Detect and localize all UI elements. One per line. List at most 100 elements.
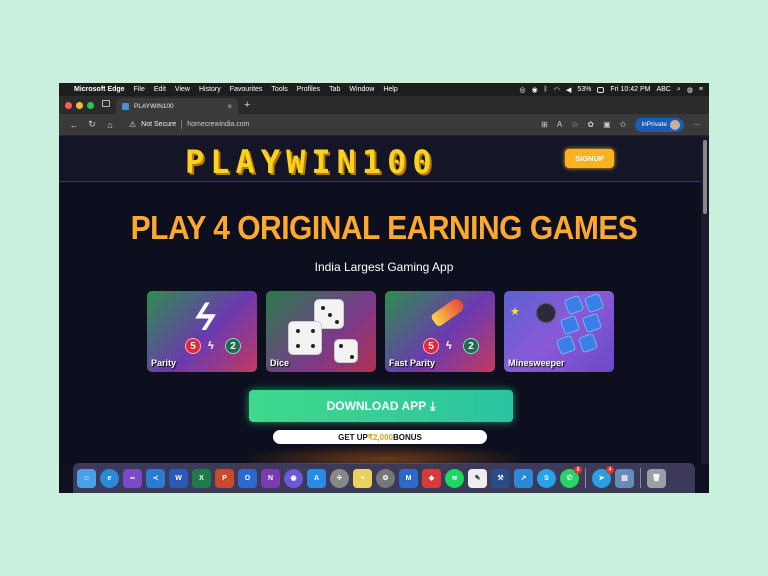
telegram-icon[interactable]: ➤ 4 <box>592 465 614 488</box>
menu-edit[interactable]: Edit <box>154 86 166 93</box>
menu-view[interactable]: View <box>175 86 190 93</box>
more-menu-icon[interactable]: ··· <box>693 120 701 129</box>
add-favorite-icon[interactable]: ☆ <box>571 120 578 129</box>
game-name: Minesweeper <box>508 358 565 368</box>
address-bar[interactable]: ⚠ Not Secure homecrewindia.com <box>129 117 249 133</box>
security-label[interactable]: Not Secure <box>141 121 176 128</box>
siri-dock-icon[interactable]: ◉ <box>284 468 303 488</box>
download-app-button[interactable]: DOWNLOAD APP ⤓ <box>249 390 513 422</box>
input-source[interactable]: ABC <box>656 86 670 93</box>
inprivate-button[interactable]: InPrivate <box>635 117 684 132</box>
textedit-icon[interactable]: ✎ <box>468 468 487 488</box>
outlook-icon[interactable]: O <box>238 468 257 488</box>
game-card-dice[interactable]: Dice <box>266 291 376 372</box>
dock-separator <box>585 468 586 488</box>
read-aloud-icon[interactable]: A <box>557 120 562 129</box>
tab-strip: PLAYWIN100 × + <box>59 96 709 114</box>
menu-file[interactable]: File <box>134 86 145 93</box>
volume-icon[interactable]: ◀ <box>566 86 571 94</box>
signup-button[interactable]: SIGNUP <box>565 149 614 168</box>
app-store-icon[interactable]: A <box>307 468 326 488</box>
game-card-parity[interactable]: ϟ 5 ϟ 2 Parity <box>147 291 257 372</box>
small-lightning-icon: ϟ <box>446 340 452 352</box>
finder-icon[interactable]: ☺ <box>77 468 96 488</box>
creative-cloud-icon[interactable]: ◎ <box>519 86 525 94</box>
close-window-button[interactable] <box>65 101 72 109</box>
trash-icon[interactable]: 🗑 <box>647 468 666 488</box>
dice-icon <box>288 321 322 355</box>
url-text[interactable]: homecrewindia.com <box>187 121 249 128</box>
spotify-icon[interactable]: ≋ <box>445 468 464 488</box>
menu-tab[interactable]: Tab <box>329 86 340 93</box>
site-favicon-icon <box>122 102 129 110</box>
bluetooth-icon[interactable]: ᛒ <box>544 86 548 93</box>
launchpad-icon[interactable]: ✈ <box>330 468 349 488</box>
mac-menu-bar: Microsoft Edge File Edit View History Fa… <box>59 83 709 96</box>
terminal-icon[interactable]: ↗ <box>514 468 533 488</box>
extensions-icon[interactable]: ✿ <box>587 120 594 129</box>
control-center-icon[interactable]: ≡ <box>699 86 703 93</box>
page-scrollbar[interactable] <box>701 136 709 464</box>
mindnode-icon[interactable]: M <box>399 468 418 488</box>
new-tab-button[interactable]: + <box>244 99 250 111</box>
game-card-fast-parity[interactable]: 5 ϟ 2 Fast Parity <box>385 291 495 372</box>
zoom-window-button[interactable] <box>87 101 94 109</box>
spotlight-icon[interactable]: ⌕ <box>677 86 681 94</box>
warning-icon[interactable]: ⚠ <box>129 120 136 129</box>
game-name: Dice <box>270 358 290 368</box>
visual-studio-icon[interactable]: ∞ <box>123 468 142 488</box>
battery-percent[interactable]: 53% <box>577 86 591 93</box>
battery-icon[interactable] <box>597 86 605 93</box>
refresh-icon[interactable]: ↻ <box>85 119 99 130</box>
system-preferences-icon[interactable]: ⚙ <box>376 468 395 488</box>
onenote-icon[interactable]: N <box>261 468 280 488</box>
menu-favourites[interactable]: Favourites <box>230 86 263 93</box>
siri-icon[interactable]: ◍ <box>687 86 693 94</box>
decorative-glow <box>239 444 529 464</box>
excel-icon[interactable]: X <box>192 468 211 488</box>
tile-icon <box>581 312 603 334</box>
tab-actions-icon[interactable] <box>102 99 110 107</box>
menu-app-name[interactable]: Microsoft Edge <box>74 86 125 93</box>
powerpoint-icon[interactable]: P <box>215 468 234 488</box>
wifi-icon[interactable]: ◠ <box>554 86 560 94</box>
menu-help[interactable]: Help <box>383 86 397 93</box>
vscode-icon[interactable]: ≺ <box>146 468 165 488</box>
menu-profiles[interactable]: Profiles <box>297 86 320 93</box>
collections-icon[interactable]: ▣ <box>603 120 611 129</box>
messenger-icon[interactable]: ◉ <box>532 86 538 94</box>
xcode-icon[interactable]: ⚒ <box>491 468 510 488</box>
screen-capture-icon[interactable]: ⊞ <box>541 120 548 129</box>
avatar <box>670 119 680 130</box>
anydesk-icon[interactable]: ◆ <box>422 468 441 488</box>
clock[interactable]: Fri 10:42 PM <box>610 86 650 93</box>
notes-icon[interactable]: ≡ <box>353 468 372 488</box>
rocket-icon <box>430 296 466 328</box>
notification-badge: 4 <box>606 465 614 474</box>
minimize-window-button[interactable] <box>76 101 83 109</box>
favorites-icon[interactable]: ✩ <box>620 120 627 129</box>
word-icon[interactable]: W <box>169 468 188 488</box>
toolbar-icons: ⊞ A ☆ ✿ ▣ ✩ InPrivate ··· <box>541 117 701 132</box>
back-icon[interactable]: ← <box>67 120 81 130</box>
downloads-stack-icon[interactable]: ▤ <box>615 468 634 488</box>
bomb-icon <box>536 303 556 323</box>
tab-close-icon[interactable]: × <box>227 102 232 111</box>
download-label: DOWNLOAD APP <box>326 399 427 413</box>
site-logo[interactable]: PLAYWIN100 <box>185 143 438 181</box>
address-divider <box>181 120 183 129</box>
game-card-minesweeper[interactable]: ★ Minesweeper <box>504 291 614 372</box>
bonus-prefix: GET UP <box>338 432 368 442</box>
home-icon[interactable]: ⌂ <box>103 120 117 130</box>
tab-title: PLAYWIN100 <box>134 102 174 110</box>
tab-playwin100[interactable]: PLAYWIN100 × <box>116 98 238 114</box>
menu-history[interactable]: History <box>199 86 221 93</box>
scrollbar-thumb[interactable] <box>703 140 707 214</box>
whatsapp-icon[interactable]: ✆ 5 <box>560 465 582 488</box>
edge-icon[interactable]: e <box>100 468 119 488</box>
menu-tools[interactable]: Tools <box>271 86 287 93</box>
dock-separator <box>640 468 641 488</box>
web-page: PLAYWIN100 SIGNUP PLAY 4 ORIGINAL EARNIN… <box>59 136 709 464</box>
skype-icon[interactable]: S <box>537 468 556 488</box>
menu-window[interactable]: Window <box>349 86 374 93</box>
